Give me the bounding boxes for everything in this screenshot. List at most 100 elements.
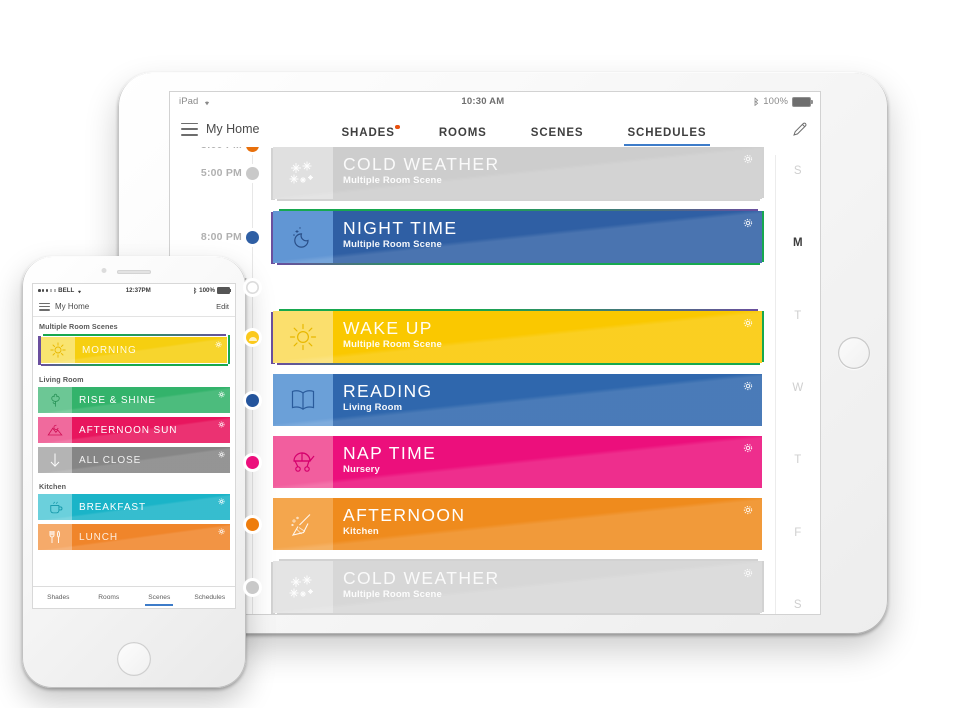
scene-item-lunch[interactable]: LUNCH	[38, 524, 230, 550]
carrier-label: BELL	[58, 287, 75, 294]
schedule-row[interactable]: 5:00 PM	[170, 147, 764, 203]
row-dot	[246, 166, 259, 180]
gear-icon[interactable]	[743, 154, 753, 164]
scene-title: NAP TIME	[343, 443, 437, 463]
tab-schedules[interactable]: SCHEDULES	[624, 127, 710, 147]
scene-room: Living Room	[343, 402, 403, 414]
scene-list[interactable]: Multiple Room Scenes MORNING Living Room…	[33, 317, 235, 550]
fork-knife-icon	[38, 524, 72, 550]
scene-item-breakfast[interactable]: BREAKFAST	[38, 494, 230, 520]
scene-card-body: COLD WEATHER Multiple Room Scene	[333, 147, 762, 199]
battery-icon	[217, 286, 231, 295]
scene-title: NIGHT TIME	[343, 218, 458, 238]
scene-item-afternoon-sun[interactable]: AFTERNOON SUN	[38, 417, 230, 443]
scene-card-body: READING Living Room	[333, 374, 762, 426]
day-divider-dot	[246, 280, 259, 294]
scene-card-cold-weather-bottom[interactable]: COLD WEATHER Multiple Room Scene	[273, 561, 762, 613]
scene-card-night-time[interactable]: NIGHT TIME Multiple Room Scene	[273, 211, 762, 263]
tab-shades[interactable]: SHADES	[341, 125, 400, 146]
scene-card-nap-time[interactable]: NAP TIME Nursery	[273, 436, 762, 488]
scene-item-all-close[interactable]: ALL CLOSE	[38, 447, 230, 473]
scene-card-body: NIGHT TIME Multiple Room Scene	[333, 211, 762, 263]
iphone-home-label[interactable]: My Home	[55, 302, 89, 311]
scene-item-rise-and-shine[interactable]: RISE & SHINE	[38, 387, 230, 413]
snowflake-icon	[273, 561, 333, 613]
hamburger-menu-icon[interactable]	[181, 122, 198, 136]
ipad-nav-bar: My Home SHADES ROOMS SCENES SCHEDULES	[170, 111, 820, 147]
gear-icon[interactable]	[218, 391, 225, 398]
snowflake-icon	[273, 147, 333, 199]
ipad-battery-percent: 100%	[763, 96, 788, 107]
stroller-icon	[273, 436, 333, 488]
tab-scenes[interactable]: SCENES	[531, 127, 584, 146]
scene-item-body: BREAKFAST	[72, 494, 230, 520]
iphone-tab-bar: Shades Rooms Scenes Schedules	[33, 586, 235, 608]
gear-icon[interactable]	[743, 381, 753, 391]
scene-room: Multiple Room Scene	[343, 589, 442, 601]
scene-item-body: MORNING	[75, 337, 227, 363]
scene-room: Nursery	[343, 464, 380, 476]
ipad-home-label[interactable]: My Home	[206, 122, 259, 136]
iphone-tab-schedules[interactable]: Schedules	[185, 590, 236, 606]
scene-item-body: RISE & SHINE	[72, 387, 230, 413]
gear-icon[interactable]	[218, 498, 225, 505]
day-divider: MONDAY	[170, 271, 762, 303]
row-dot	[246, 517, 259, 531]
gear-icon[interactable]	[218, 528, 225, 535]
scene-card-afternoon[interactable]: AFTERNOON Kitchen	[273, 498, 762, 550]
schedule-row[interactable]: 8:00 PM NIGHT TIME Multiple Room Scene	[170, 207, 764, 267]
scene-title: WAKE UP	[343, 318, 433, 338]
moon-icon	[273, 211, 333, 263]
scene-name: AFTERNOON SUN	[79, 424, 178, 436]
gear-icon[interactable]	[743, 443, 753, 453]
arrow-down-icon	[38, 447, 72, 473]
ipad-status-bar: iPad 10:30 AM 100%	[170, 92, 820, 111]
flower-icon	[38, 387, 72, 413]
scene-room: Multiple Room Scene	[343, 239, 442, 251]
gear-icon[interactable]	[743, 318, 753, 328]
scene-item-body: ALL CLOSE	[72, 447, 230, 473]
scene-card-reading[interactable]: READING Living Room	[273, 374, 762, 426]
edit-button[interactable]: Edit	[216, 302, 229, 311]
scene-card-wake-up[interactable]: WAKE UP Multiple Room Scene	[273, 311, 762, 363]
bluetooth-icon	[193, 287, 197, 294]
schedule-row[interactable]: 12:20 PM	[170, 433, 762, 491]
scene-title: COLD WEATHER	[343, 154, 500, 174]
scene-room: Multiple Room Scene	[343, 339, 442, 351]
gear-icon[interactable]	[743, 218, 753, 228]
battery-icon	[792, 96, 813, 107]
iphone-tab-shades[interactable]: Shades	[33, 590, 84, 606]
scene-card-cold-weather[interactable]: COLD WEATHER Multiple Room Scene	[273, 147, 762, 199]
schedule-row[interactable]: 3:00 PM	[170, 495, 762, 553]
scene-card-body: NAP TIME Nursery	[333, 436, 762, 488]
schedule-row[interactable]: At sunrise	[170, 307, 764, 367]
scene-card-body: COLD WEATHER Multiple Room Scene	[333, 561, 762, 613]
shades-badge-dot	[395, 125, 400, 130]
hamburger-menu-icon[interactable]	[39, 302, 50, 311]
scene-room: Kitchen	[343, 526, 379, 538]
ipad-screen: iPad 10:30 AM 100% My Home SHADES ROOMS …	[170, 92, 820, 614]
iphone-tab-rooms[interactable]: Rooms	[84, 590, 135, 606]
mountain-sun-icon	[38, 417, 72, 443]
coffee-cup-icon	[38, 494, 72, 520]
gear-icon[interactable]	[218, 421, 225, 428]
gear-icon[interactable]	[743, 568, 753, 578]
pencil-edit-icon[interactable]	[791, 120, 809, 138]
iphone-battery-percent: 100%	[199, 286, 215, 294]
iphone-home-button[interactable]	[117, 642, 151, 676]
tab-rooms[interactable]: ROOMS	[439, 127, 487, 146]
gear-icon[interactable]	[743, 505, 753, 515]
ipad-home-button[interactable]	[838, 337, 870, 369]
scene-title: READING	[343, 381, 433, 401]
gear-icon[interactable]	[215, 341, 222, 348]
scene-name: ALL CLOSE	[79, 454, 142, 466]
schedule-row[interactable]: 5:00 PM	[170, 557, 764, 614]
schedule-row[interactable]: 11:00 AM READING Living R	[170, 371, 762, 429]
iphone-tab-scenes[interactable]: Scenes	[134, 590, 185, 606]
ipad-tab-bar: SHADES ROOMS SCENES SCHEDULES	[341, 110, 710, 148]
iphone-status-bar: BELL 12:37PM 100%	[33, 284, 235, 297]
scene-item-morning[interactable]: MORNING	[41, 337, 227, 363]
scene-title: COLD WEATHER	[343, 568, 500, 588]
gear-icon[interactable]	[218, 451, 225, 458]
schedule-list[interactable]: S M T W T F S 3:00 PM	[170, 147, 820, 614]
